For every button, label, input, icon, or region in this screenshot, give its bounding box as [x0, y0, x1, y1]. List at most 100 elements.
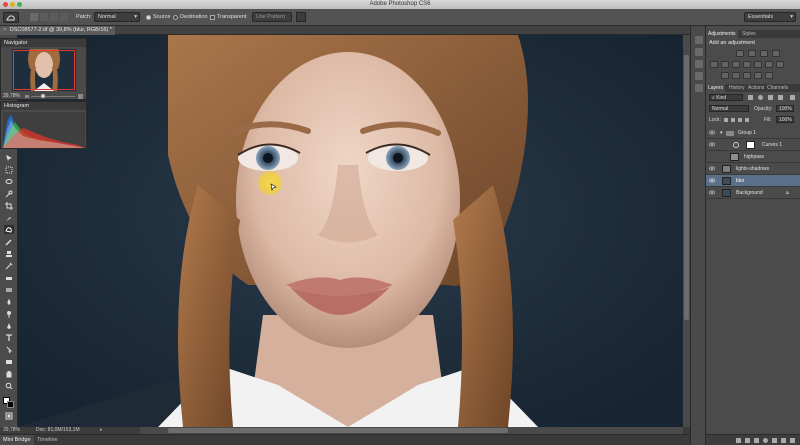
transparent-checkbox[interactable]	[210, 15, 215, 20]
subtract-selection-icon[interactable]	[50, 13, 58, 21]
destination-radio[interactable]	[173, 15, 178, 20]
layer-thumbnail[interactable]	[722, 177, 731, 185]
new-adjustment-layer-icon[interactable]	[763, 438, 768, 443]
path-selection-tool-icon[interactable]	[4, 345, 14, 354]
properties-panel-icon[interactable]	[695, 48, 703, 56]
history-tab[interactable]: History	[727, 84, 747, 92]
layer-row-highpass[interactable]: highpass	[706, 151, 800, 163]
new-selection-icon[interactable]	[30, 13, 38, 21]
black-white-icon[interactable]	[743, 61, 751, 68]
zoom-out-icon[interactable]	[25, 95, 29, 98]
layer-thumbnail[interactable]	[722, 189, 731, 197]
quick-mask-icon[interactable]	[4, 411, 14, 420]
selective-color-icon[interactable]	[765, 72, 773, 79]
link-layers-icon[interactable]	[736, 438, 741, 443]
levels-icon[interactable]	[748, 50, 756, 57]
layer-row-background[interactable]: Background 🔒︎	[706, 187, 800, 199]
type-filter-icon[interactable]	[768, 95, 773, 100]
add-selection-icon[interactable]	[40, 13, 48, 21]
clone-stamp-tool-icon[interactable]	[4, 249, 14, 258]
close-tab-icon[interactable]: ×	[3, 27, 6, 33]
layer-row-blur[interactable]: blur	[706, 175, 800, 187]
info-panel-icon[interactable]	[695, 60, 703, 68]
use-pattern-button[interactable]: Use Pattern	[252, 12, 292, 22]
navigator-zoom-thumb[interactable]	[41, 94, 45, 98]
history-panel-icon[interactable]	[695, 36, 703, 44]
layer-thumbnail[interactable]	[722, 165, 731, 173]
layer-style-icon[interactable]	[745, 438, 750, 443]
lock-position-icon[interactable]	[738, 118, 742, 122]
gradient-map-icon[interactable]	[754, 72, 762, 79]
layer-mask-thumbnail[interactable]	[746, 141, 755, 149]
threshold-icon[interactable]	[743, 72, 751, 79]
navigator-zoom[interactable]: 39,78%	[3, 93, 20, 99]
vibrance-icon[interactable]	[710, 61, 718, 68]
actions-tab[interactable]: Actions	[746, 84, 766, 92]
hand-tool-icon[interactable]	[4, 369, 14, 378]
layer-row-group[interactable]: ▾ Group 1	[706, 127, 800, 139]
patch-tool-icon[interactable]	[4, 225, 14, 234]
adjustment-filter-icon[interactable]	[758, 95, 763, 100]
curves-icon[interactable]	[760, 50, 768, 57]
disclosure-triangle-icon[interactable]: ▾	[720, 127, 723, 139]
layer-row-curves[interactable]: Curves 1	[706, 139, 800, 151]
navigator-thumbnail[interactable]	[12, 49, 76, 91]
zoom-in-icon[interactable]	[78, 94, 83, 99]
timeline-tab[interactable]: Timeline	[34, 435, 61, 445]
new-group-icon[interactable]	[772, 438, 777, 443]
background-color-swatch[interactable]	[7, 401, 14, 408]
lock-transparent-icon[interactable]	[724, 118, 728, 122]
rectangle-tool-icon[interactable]	[4, 357, 14, 366]
invert-icon[interactable]	[721, 72, 729, 79]
vertical-scroll-thumb[interactable]	[684, 55, 689, 320]
zoom-tool-icon[interactable]	[4, 381, 14, 390]
brightness-contrast-icon[interactable]	[736, 50, 744, 57]
gradient-tool-icon[interactable]	[4, 285, 14, 294]
color-lookup-icon[interactable]	[776, 61, 784, 68]
brush-tool-icon[interactable]	[4, 237, 14, 246]
filter-toggle-icon[interactable]	[790, 95, 795, 100]
visibility-eye-icon[interactable]	[709, 142, 715, 147]
zoom-window-button[interactable]	[17, 2, 22, 7]
hue-saturation-icon[interactable]	[721, 61, 729, 68]
workspace-switcher[interactable]: Essentials ▾	[744, 12, 796, 22]
visibility-eye-icon[interactable]	[709, 190, 715, 195]
type-tool-icon[interactable]	[4, 333, 14, 342]
close-window-button[interactable]	[3, 2, 8, 7]
shape-filter-icon[interactable]	[778, 95, 783, 100]
color-balance-icon[interactable]	[732, 61, 740, 68]
intersect-selection-icon[interactable]	[60, 13, 68, 21]
lock-pixels-icon[interactable]	[731, 118, 735, 122]
lock-all-icon[interactable]	[745, 118, 749, 122]
pen-tool-icon[interactable]	[4, 321, 14, 330]
styles-tab[interactable]: Styles	[740, 30, 758, 38]
photo-filter-icon[interactable]	[754, 61, 762, 68]
layer-thumbnail[interactable]	[730, 153, 739, 161]
minimize-window-button[interactable]	[10, 2, 15, 7]
color-panel-icon[interactable]	[695, 84, 703, 92]
navigator-view-box[interactable]	[13, 50, 75, 90]
posterize-icon[interactable]	[732, 72, 740, 79]
status-menu-arrow-icon[interactable]: ▸	[100, 427, 103, 434]
adjustments-tab[interactable]: Adjustments	[706, 30, 738, 38]
image-canvas[interactable]	[18, 35, 683, 427]
crop-tool-icon[interactable]	[4, 201, 14, 210]
move-tool-icon[interactable]	[4, 153, 14, 162]
layer-row-lights-shadows[interactable]: lights-shadows	[706, 163, 800, 175]
visibility-eye-icon[interactable]	[709, 166, 715, 171]
marquee-tool-icon[interactable]	[4, 165, 14, 174]
tool-preset-picker[interactable]	[3, 12, 19, 23]
horizontal-scroll-thumb[interactable]	[168, 428, 508, 433]
vertical-scrollbar[interactable]	[683, 35, 690, 427]
eyedropper-tool-icon[interactable]	[4, 213, 14, 222]
quick-selection-tool-icon[interactable]	[4, 189, 14, 198]
mini-bridge-tab[interactable]: Mini Bridge	[0, 435, 34, 445]
pixel-filter-icon[interactable]	[748, 95, 753, 100]
blend-mode-select[interactable]: Normal	[709, 105, 749, 112]
exposure-icon[interactable]	[772, 50, 780, 57]
eraser-tool-icon[interactable]	[4, 273, 14, 282]
visibility-eye-icon[interactable]	[709, 178, 715, 183]
patch-mode-select[interactable]: Normal ▾	[94, 12, 140, 22]
layers-tab[interactable]: Layers	[706, 84, 726, 92]
new-layer-icon[interactable]	[781, 438, 786, 443]
